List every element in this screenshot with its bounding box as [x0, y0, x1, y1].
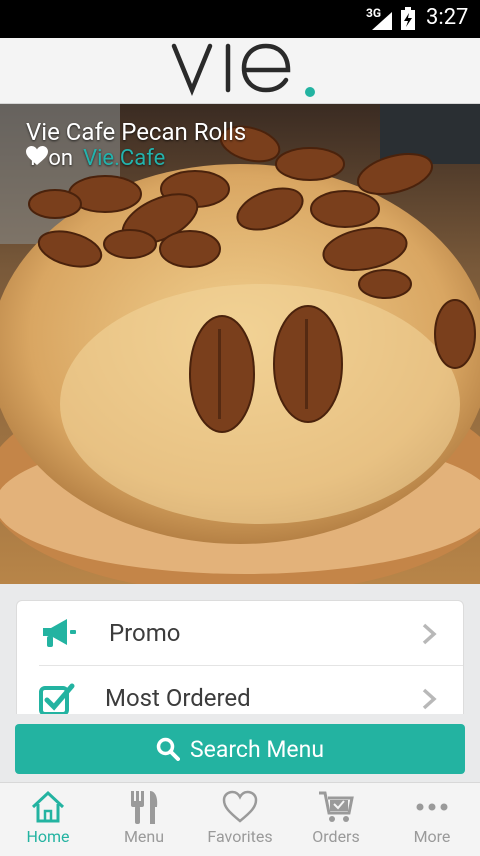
source-link[interactable]: Vie.Cafe: [83, 146, 165, 171]
nav-label: Menu: [123, 827, 165, 846]
nav-label: Orders: [312, 827, 360, 846]
featured-item-likes: 1 on Vie.Cafe: [26, 146, 165, 171]
nav-orders[interactable]: Orders: [288, 783, 384, 856]
clock: 3:27: [426, 5, 469, 30]
app-header: [0, 38, 480, 104]
chevron-right-icon: [422, 688, 437, 710]
nav-favorites[interactable]: Favorites: [192, 783, 288, 856]
featured-item-image[interactable]: Vie Cafe Pecan Rolls 1 on Vie.Cafe: [0, 104, 480, 584]
chevron-right-icon: [422, 623, 437, 645]
list-item-label: Most Ordered: [105, 684, 251, 712]
signal-icon: [372, 12, 392, 30]
nav-label: Home: [26, 827, 70, 846]
nav-label: More: [413, 827, 451, 846]
list-item-label: Promo: [109, 619, 181, 647]
heart-icon[interactable]: [26, 146, 48, 166]
menu-category-list: Promo Most Ordered: [16, 600, 464, 730]
checkbox-icon: [39, 683, 75, 716]
bottom-navigation: Home Menu Favorites Orders More: [0, 782, 480, 856]
list-item-promo[interactable]: Promo: [17, 601, 463, 666]
vie-logo: [171, 43, 315, 97]
search-bar-container: Search Menu: [0, 714, 480, 782]
nav-home[interactable]: Home: [0, 783, 96, 856]
ellipsis-icon: [416, 803, 448, 811]
heart-icon: [222, 790, 258, 823]
fork-knife-icon: [131, 791, 158, 824]
home-icon: [31, 790, 65, 823]
search-icon: [156, 737, 180, 761]
nav-more[interactable]: More: [384, 783, 480, 856]
megaphone-icon: [43, 619, 76, 647]
search-menu-button[interactable]: Search Menu: [15, 724, 465, 774]
nav-label: Favorites: [207, 827, 273, 846]
pecan-roll-illustration: [0, 104, 480, 584]
cart-icon: [319, 791, 354, 822]
likes-on-label: on: [48, 146, 74, 171]
status-bar: 3G 3:27: [0, 0, 480, 38]
battery-icon: [401, 7, 415, 30]
search-menu-label: Search Menu: [189, 735, 324, 763]
nav-menu[interactable]: Menu: [96, 783, 192, 856]
featured-item-title: Vie Cafe Pecan Rolls: [26, 118, 247, 146]
